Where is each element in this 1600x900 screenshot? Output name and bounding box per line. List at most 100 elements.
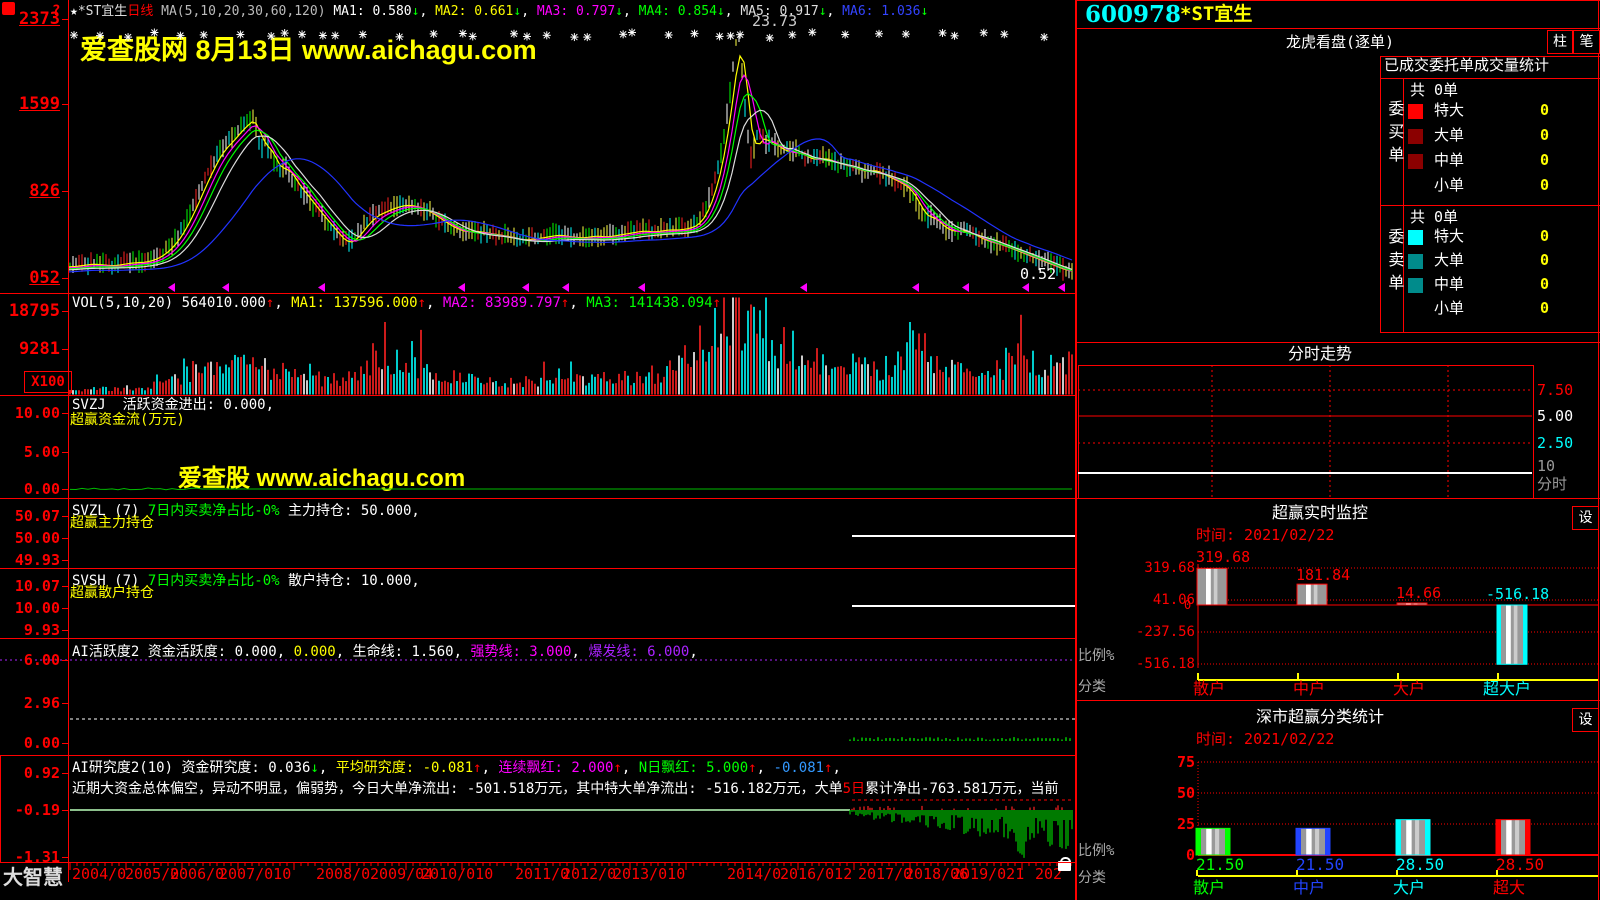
monitor-zero-label: 0 xyxy=(1184,599,1191,613)
sep-ai1 xyxy=(0,638,1075,639)
text-segment: 散户持仓: 10.000, xyxy=(280,573,420,589)
order-row-label: 大单 xyxy=(1434,127,1464,144)
svzj-chart[interactable] xyxy=(0,395,1075,498)
axis-tick xyxy=(62,311,68,312)
shenzhen-category-label: 大户 xyxy=(1393,879,1425,897)
timeline-date-label: 2007/010 xyxy=(219,866,291,883)
lhkp-title: 龙虎看盘(逐单) xyxy=(1190,34,1490,51)
axis-tick xyxy=(62,660,68,661)
axis-tick xyxy=(62,489,68,490)
axis-label: 052 xyxy=(0,269,60,289)
order-size-swatch-icon xyxy=(1408,104,1423,119)
axis-label: 0.92 xyxy=(0,765,60,782)
axis-tick xyxy=(62,630,68,631)
fs-axis-label: 分时 xyxy=(1537,476,1567,493)
svsh-sub: 超赢散户持仓 xyxy=(70,585,154,601)
monitor-bar-value: 181.84 xyxy=(1296,567,1350,584)
axis-label: -1.31 xyxy=(0,849,60,866)
monitor-bar-value: 14.66 xyxy=(1396,585,1441,602)
timeline-date-label: 2014/0 xyxy=(727,866,781,883)
monitor-category-label: 散户 xyxy=(1193,680,1225,698)
shenzhen-axis-label: 75 xyxy=(1155,754,1195,771)
order-row: 特大0 xyxy=(1406,228,1594,250)
order-row: 小单0 xyxy=(1406,177,1594,199)
axis-label: 49.93 xyxy=(0,552,60,569)
axis-label: 1599 xyxy=(0,95,60,115)
title-box-bottom xyxy=(1075,28,1600,29)
axis-label: 10.00 xyxy=(0,405,60,422)
monitor-category-label: 大户 xyxy=(1393,680,1425,698)
axis-label: 826 xyxy=(0,182,60,202)
shenzhen-class-label: 分类 xyxy=(1078,870,1106,886)
order-size-swatch-icon xyxy=(1408,278,1423,293)
tick-mode-button[interactable]: 笔 xyxy=(1573,30,1600,54)
monitor-bar-value: 319.68 xyxy=(1196,549,1250,566)
axis-tick xyxy=(62,703,68,704)
monitor-bar-value: -516.18 xyxy=(1486,586,1549,603)
shenzhen-axis-label: 50 xyxy=(1155,785,1195,802)
svsh-value-line xyxy=(852,605,1075,607)
stats-box-line xyxy=(1380,56,1381,332)
sep-svsh xyxy=(0,568,1075,569)
sep-ai2-top xyxy=(0,755,1075,756)
buy-orders-side-label: 委买单 xyxy=(1385,100,1403,169)
ai-research-chart[interactable] xyxy=(0,755,1075,862)
order-row-label: 小单 xyxy=(1434,177,1464,194)
kline-chart[interactable] xyxy=(0,0,1075,293)
shenzhen-bar-value: 21.50 xyxy=(1296,856,1344,874)
x100-scale-badge: X100 xyxy=(24,371,72,393)
axis-tick xyxy=(62,413,68,414)
order-size-swatch-icon xyxy=(1408,129,1423,144)
axis-label: 5.00 xyxy=(0,444,60,461)
order-row: 中单0 xyxy=(1406,152,1594,174)
text-segment: 7日内买卖净占比-0% xyxy=(148,573,280,589)
order-row-value: 0 xyxy=(1540,102,1549,119)
svzl-sub: 超赢主力持仓 xyxy=(70,515,154,531)
order-row: 中单0 xyxy=(1406,276,1594,298)
order-row-value: 0 xyxy=(1540,252,1549,269)
axis-label: 18795 xyxy=(0,302,60,322)
svzl-value-line xyxy=(852,535,1075,537)
axis-tick xyxy=(62,857,68,858)
axis-label: 50.00 xyxy=(0,530,60,547)
axis-label: 10.00 xyxy=(0,600,60,617)
shenzhen-axis-label: 0 xyxy=(1155,847,1195,864)
order-row-value: 0 xyxy=(1540,300,1549,317)
order-row: 大单0 xyxy=(1406,252,1594,274)
volume-chart[interactable] xyxy=(0,293,1075,395)
order-row-value: 0 xyxy=(1540,127,1549,144)
stock-code: 600978 xyxy=(1085,1,1181,28)
axis-tick xyxy=(62,608,68,609)
axis-label: 0.00 xyxy=(0,735,60,752)
fs-chart[interactable] xyxy=(1075,342,1600,498)
text-segment: 主力持仓: 50.000, xyxy=(280,503,420,519)
stock-name: *ST宜生 xyxy=(1180,4,1252,26)
ai-active-chart[interactable] xyxy=(0,638,1075,755)
shenzhen-bar-value: 28.50 xyxy=(1396,856,1444,874)
shenzhen-ratio-label: 比例% xyxy=(1078,843,1114,859)
price-axis-line xyxy=(68,0,69,882)
monitor-ratio-label: 比例% xyxy=(1078,648,1114,664)
stats-box-line xyxy=(1380,332,1600,333)
last-price-label: 0.52 xyxy=(1020,266,1056,283)
axis-label: -0.19 xyxy=(0,802,60,819)
monitor-category-label: 超大户 xyxy=(1483,680,1531,698)
axis-tick xyxy=(62,191,68,192)
axis-tick xyxy=(62,452,68,453)
axis-label: 6.00 xyxy=(0,652,60,669)
bar-mode-button[interactable]: 柱 xyxy=(1547,30,1573,54)
timeline-date-label: 2019/021 xyxy=(952,866,1024,883)
axis-tick xyxy=(62,743,68,744)
monitor-class-label: 分类 xyxy=(1078,679,1106,695)
monitor-axis-label: -237.56 xyxy=(1135,624,1195,640)
axis-label: 0.00 xyxy=(0,481,60,498)
axis-label: 2.96 xyxy=(0,695,60,712)
peak-price-label: 23.73 xyxy=(752,13,797,30)
fs-axis-label: 7.50 xyxy=(1537,382,1573,399)
timeline-date-label: 2010/010 xyxy=(421,866,493,883)
axis-tick xyxy=(62,278,68,279)
order-size-swatch-icon xyxy=(1408,230,1423,245)
sell-total: 共 0单 xyxy=(1410,209,1458,226)
axis-label: 9281 xyxy=(0,340,60,360)
sep-ai2-bottom xyxy=(0,862,1075,863)
